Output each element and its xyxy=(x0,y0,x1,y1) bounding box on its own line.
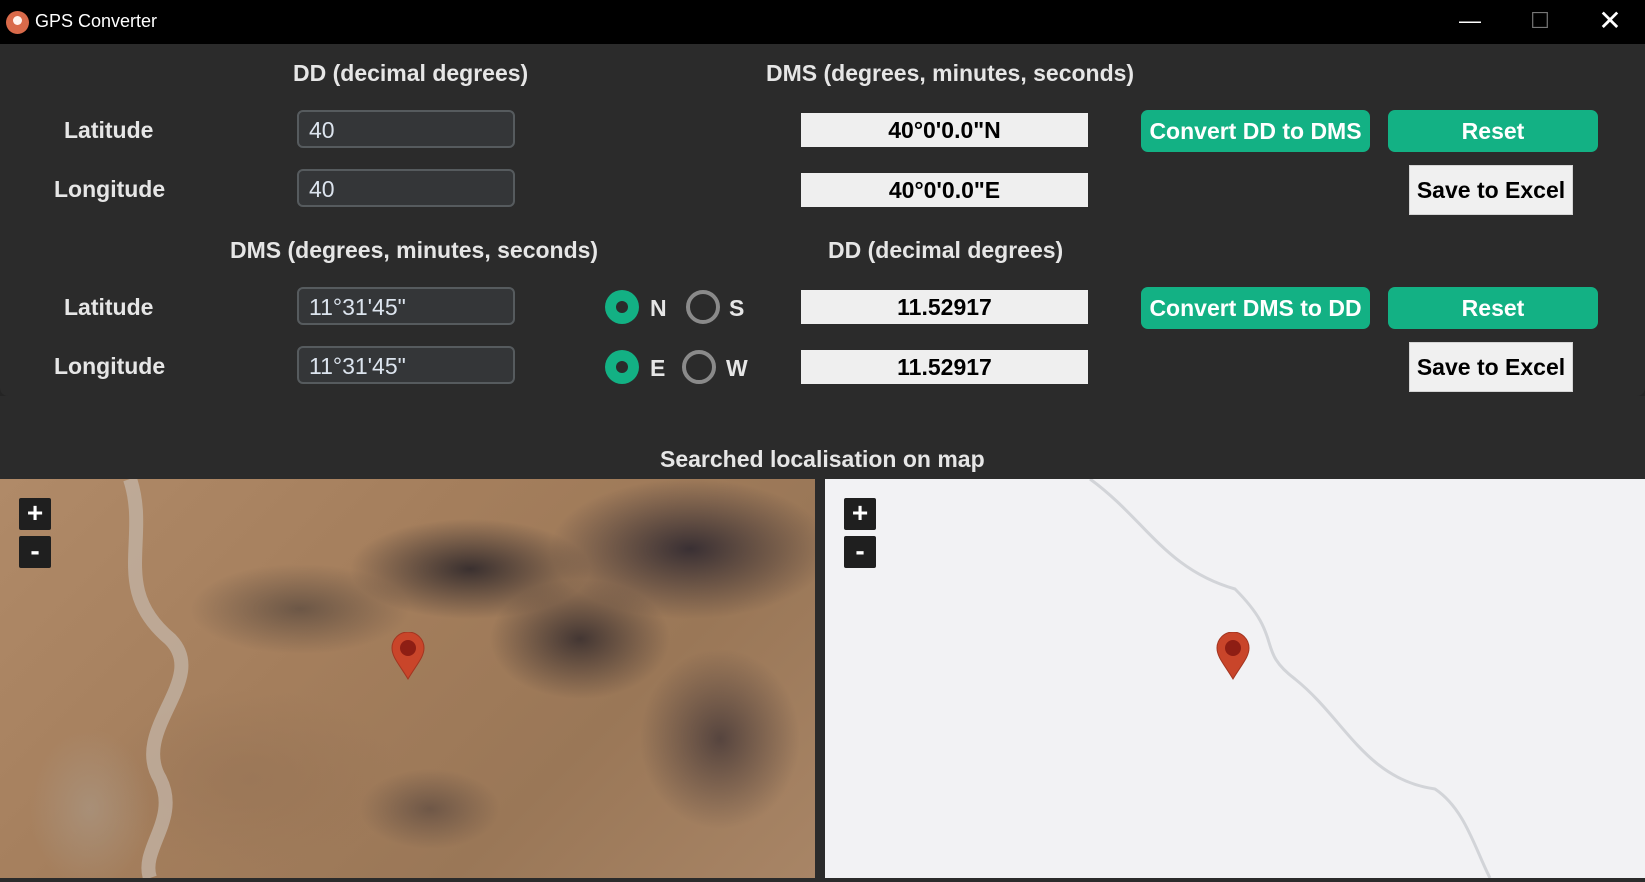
close-button[interactable]: ✕ xyxy=(1575,0,1645,44)
dd-longitude-input[interactable]: 40 xyxy=(297,169,515,207)
title-bar: GPS Converter — ☐ ✕ xyxy=(0,0,1645,44)
river-shape xyxy=(123,479,189,878)
dms-longitude-result: 40°0'0.0"E xyxy=(801,173,1088,207)
radio-north[interactable] xyxy=(605,290,639,324)
convert-dms-to-dd-button[interactable]: Convert DMS to DD xyxy=(1141,287,1370,329)
dd-result-header: DD (decimal degrees) xyxy=(828,237,1064,263)
dms-header: DMS (degrees, minutes, seconds) xyxy=(230,237,599,263)
latitude-label: Latitude xyxy=(64,294,154,320)
radio-north-label: N xyxy=(650,295,667,321)
maximize-button[interactable]: ☐ xyxy=(1505,0,1575,44)
radio-east-label: E xyxy=(650,355,666,381)
window-title: GPS Converter xyxy=(35,11,158,31)
street-zoom-out-button[interactable]: - xyxy=(844,536,876,568)
save-to-excel-dms-button[interactable]: Save to Excel xyxy=(1409,342,1573,392)
app-logo-icon xyxy=(6,11,29,34)
map-divider xyxy=(815,479,825,878)
dd-latitude-input[interactable]: 40 xyxy=(297,110,515,148)
radio-west[interactable] xyxy=(682,350,716,384)
dms-result-header: DMS (degrees, minutes, seconds) xyxy=(766,60,1135,86)
convert-dd-to-dms-button[interactable]: Convert DD to DMS xyxy=(1141,110,1370,152)
radio-south-label: S xyxy=(729,295,745,321)
dms-latitude-input[interactable]: 11°31'45" xyxy=(297,287,515,325)
map-pin-icon xyxy=(1216,632,1250,680)
dd-header: DD (decimal degrees) xyxy=(293,60,529,86)
satellite-map[interactable]: + - xyxy=(0,479,815,878)
dms-latitude-result: 40°0'0.0"N xyxy=(801,113,1088,147)
sat-zoom-out-button[interactable]: - xyxy=(19,536,51,568)
longitude-label: Longitude xyxy=(54,353,166,379)
dd-latitude-result: 11.52917 xyxy=(801,290,1088,324)
longitude-label: Longitude xyxy=(54,176,166,202)
sat-zoom-in-button[interactable]: + xyxy=(19,498,51,530)
dd-longitude-result: 11.52917 xyxy=(801,350,1088,384)
street-map[interactable]: + - xyxy=(825,479,1645,878)
radio-east[interactable] xyxy=(605,350,639,384)
radio-west-label: W xyxy=(726,355,748,381)
latitude-label: Latitude xyxy=(64,117,154,143)
reset-dd-button[interactable]: Reset xyxy=(1388,110,1598,152)
map-section-title: Searched localisation on map xyxy=(660,446,985,472)
dms-longitude-input[interactable]: 11°31'45" xyxy=(297,346,515,384)
radio-south[interactable] xyxy=(686,290,720,324)
map-pin-icon xyxy=(391,632,425,680)
reset-dms-button[interactable]: Reset xyxy=(1388,287,1598,329)
save-to-excel-dd-button[interactable]: Save to Excel xyxy=(1409,165,1573,215)
minimize-button[interactable]: — xyxy=(1435,0,1505,44)
converter-panel xyxy=(0,44,1645,396)
street-zoom-in-button[interactable]: + xyxy=(844,498,876,530)
